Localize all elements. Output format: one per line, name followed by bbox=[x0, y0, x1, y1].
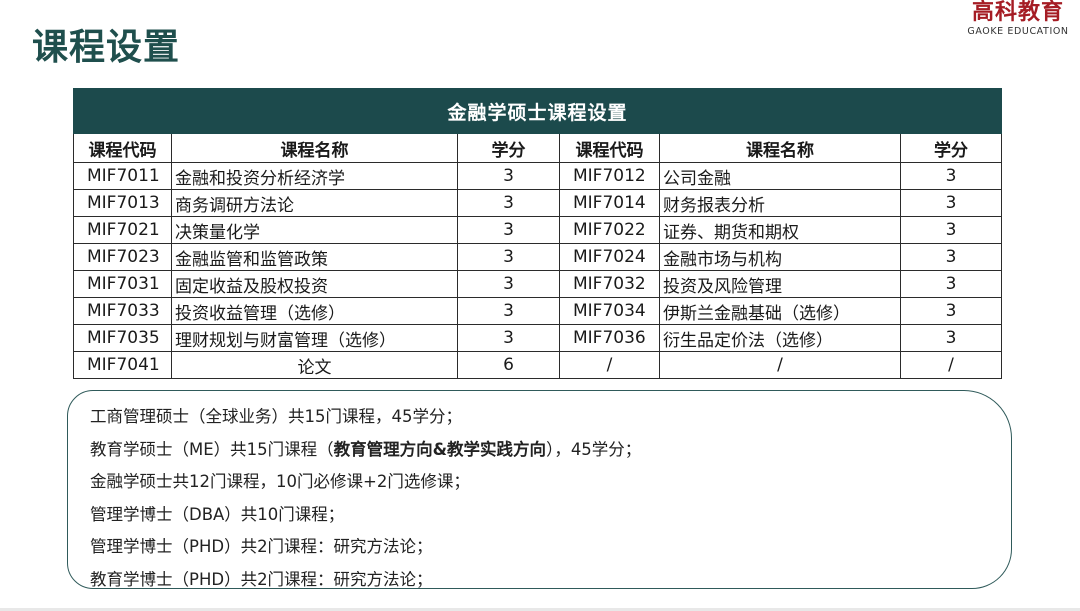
note-text: 教育学硕士（ME）共15门课程（ bbox=[90, 439, 334, 459]
table-row: MIF7033 投资收益管理（选修） 3 MIF7034 伊斯兰金融基础（选修）… bbox=[73, 297, 1003, 325]
course-code: MIF7021 bbox=[73, 216, 172, 244]
course-credit: 3 bbox=[457, 324, 560, 352]
course-credit: 3 bbox=[457, 297, 560, 325]
column-header: 课程名称 bbox=[171, 133, 458, 163]
column-header: 课程代码 bbox=[73, 133, 172, 163]
course-code: MIF7024 bbox=[559, 243, 660, 271]
course-code: MIF7036 bbox=[559, 324, 660, 352]
column-header: 课程代码 bbox=[559, 133, 660, 163]
table-row: MIF7021 决策量化学 3 MIF7022 证券、期货和期权 3 bbox=[73, 216, 1003, 244]
course-name: 固定收益及股权投资 bbox=[171, 270, 458, 298]
course-name: 衍生品定价法（选修） bbox=[659, 324, 901, 352]
logo-subtext: GAOKE EDUCATION bbox=[967, 26, 1069, 37]
column-header: 课程名称 bbox=[659, 133, 901, 163]
course-name: 论文 bbox=[171, 351, 458, 379]
course-code: MIF7023 bbox=[73, 243, 172, 271]
course-name: 投资收益管理（选修） bbox=[171, 297, 458, 325]
course-name: 理财规划与财富管理（选修） bbox=[171, 324, 458, 352]
note-line: 教育学硕士（ME）共15门课程（教育管理方向&教学实践方向），45学分； bbox=[90, 434, 1011, 467]
course-code: / bbox=[559, 351, 660, 379]
logo: 高科教育 GAOKE EDUCATION bbox=[956, 0, 1080, 38]
course-code: MIF7032 bbox=[559, 270, 660, 298]
course-code: MIF7033 bbox=[73, 297, 172, 325]
column-header: 学分 bbox=[899, 133, 1003, 163]
course-credit: 3 bbox=[899, 270, 1003, 298]
course-code: MIF7034 bbox=[559, 297, 660, 325]
course-name: 金融和投资分析经济学 bbox=[171, 162, 458, 190]
program-notes-box: 工商管理硕士（全球业务）共15门课程，45学分； 教育学硕士（ME）共15门课程… bbox=[67, 390, 1012, 589]
course-code: MIF7035 bbox=[73, 324, 172, 352]
table-row: MIF7031 固定收益及股权投资 3 MIF7032 投资及风险管理 3 bbox=[73, 270, 1003, 298]
course-name: 伊斯兰金融基础（选修） bbox=[659, 297, 901, 325]
course-credit: 3 bbox=[457, 216, 560, 244]
course-credit: 3 bbox=[899, 297, 1003, 325]
course-credit: 3 bbox=[457, 243, 560, 271]
table-row: MIF7035 理财规划与财富管理（选修） 3 MIF7036 衍生品定价法（选… bbox=[73, 324, 1003, 352]
course-table: 金融学硕士课程设置 课程代码 课程名称 学分 课程代码 课程名称 学分 MIF7… bbox=[72, 88, 1003, 379]
course-code: MIF7013 bbox=[73, 189, 172, 217]
course-credit: 6 bbox=[457, 351, 560, 379]
course-name: 金融监管和监管政策 bbox=[171, 243, 458, 271]
course-code: MIF7041 bbox=[73, 351, 172, 379]
course-credit: 3 bbox=[899, 324, 1003, 352]
course-credit: 3 bbox=[899, 243, 1003, 271]
column-header: 学分 bbox=[457, 133, 560, 163]
table-row: MIF7041 论文 6 / / / bbox=[73, 351, 1003, 379]
course-name: 财务报表分析 bbox=[659, 189, 901, 217]
logo-text: 高科教育 bbox=[971, 0, 1064, 25]
course-name: 证券、期货和期权 bbox=[659, 216, 901, 244]
course-code: MIF7022 bbox=[559, 216, 660, 244]
note-text: ），45学分； bbox=[546, 439, 642, 459]
course-name: 金融市场与机构 bbox=[659, 243, 901, 271]
course-code: MIF7012 bbox=[559, 162, 660, 190]
table-caption-row: 金融学硕士课程设置 bbox=[72, 88, 1003, 134]
table-caption: 金融学硕士课程设置 bbox=[72, 88, 1003, 134]
course-code: MIF7014 bbox=[559, 189, 660, 217]
page-title: 课程设置 bbox=[32, 27, 181, 68]
course-credit: 3 bbox=[899, 162, 1003, 190]
course-credit: 3 bbox=[899, 189, 1003, 217]
note-line: 教育学博士（PHD）共2门课程：研究方法论； bbox=[90, 569, 433, 589]
table-row: MIF7013 商务调研方法论 3 MIF7014 财务报表分析 3 bbox=[73, 189, 1003, 217]
course-code: MIF7031 bbox=[73, 270, 172, 298]
note-line: 金融学硕士共12门课程，10门必修课+2门选修课； bbox=[90, 472, 470, 492]
table-row: MIF7023 金融监管和监管政策 3 MIF7024 金融市场与机构 3 bbox=[73, 243, 1003, 271]
table-header-row: 课程代码 课程名称 学分 课程代码 课程名称 学分 bbox=[73, 133, 1003, 163]
note-line: 管理学博士（DBA）共10门课程； bbox=[90, 504, 345, 524]
course-name: / bbox=[659, 351, 901, 379]
course-name: 决策量化学 bbox=[171, 216, 458, 244]
course-code: MIF7011 bbox=[73, 162, 172, 190]
note-line: 工商管理硕士（全球业务）共15门课程，45学分； bbox=[90, 407, 462, 426]
note-line: 管理学博士（PHD）共2门课程：研究方法论； bbox=[90, 537, 433, 557]
course-credit: 3 bbox=[457, 162, 560, 190]
course-name: 商务调研方法论 bbox=[171, 189, 458, 217]
course-name: 公司金融 bbox=[659, 162, 901, 190]
course-credit: 3 bbox=[457, 270, 560, 298]
course-name: 投资及风险管理 bbox=[659, 270, 901, 298]
course-credit: 3 bbox=[457, 189, 560, 217]
course-credit: 3 bbox=[899, 216, 1003, 244]
note-emphasis: 教育管理方向&教学实践方向 bbox=[333, 439, 547, 459]
table-row: MIF7011 金融和投资分析经济学 3 MIF7012 公司金融 3 bbox=[73, 162, 1003, 190]
course-credit: / bbox=[899, 351, 1003, 379]
